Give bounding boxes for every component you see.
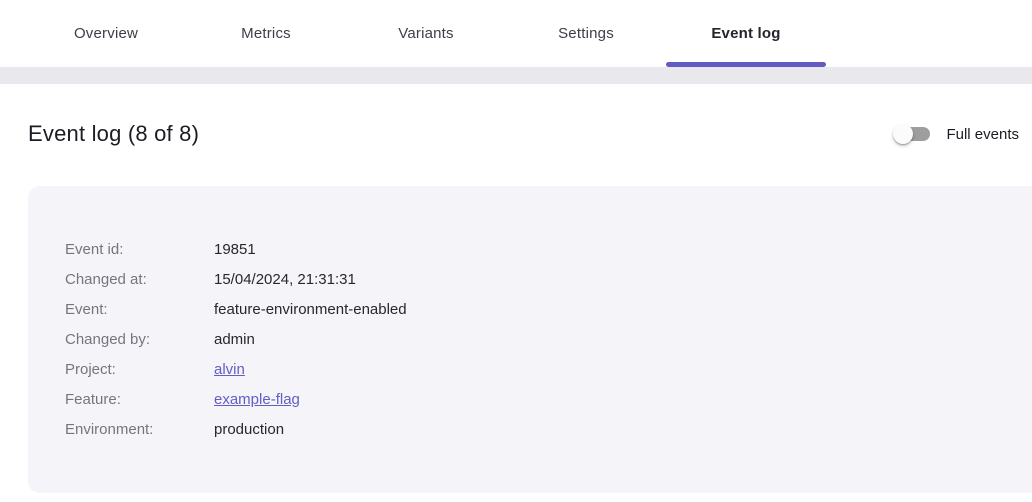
event-log-panel: Event log (8 of 8) Full events Event id:… [0, 84, 1032, 502]
page-title: Event log (8 of 8) [28, 121, 199, 147]
row-value: production [214, 418, 284, 441]
row-label: Event id: [65, 238, 214, 261]
row-label: Environment: [65, 418, 214, 441]
tab-variants[interactable]: Variants [346, 0, 506, 67]
full-events-toggle[interactable] [893, 122, 933, 146]
event-row-changed-at: Changed at: 15/04/2024, 21:31:31 [65, 268, 1011, 291]
row-label: Changed by: [65, 328, 214, 351]
row-label: Event: [65, 298, 214, 321]
row-label: Changed at: [65, 268, 214, 291]
row-value: 19851 [214, 238, 256, 261]
event-row-id: Event id: 19851 [65, 238, 1011, 261]
row-label: Feature: [65, 388, 214, 411]
tab-bar: Overview Metrics Variants Settings Event… [0, 0, 1032, 67]
row-value: admin [214, 328, 255, 351]
row-label: Project: [65, 358, 214, 381]
row-value: 15/04/2024, 21:31:31 [214, 268, 356, 291]
tab-metrics[interactable]: Metrics [186, 0, 346, 67]
event-row-event-type: Event: feature-environment-enabled [65, 298, 1011, 321]
full-events-control: Full events [893, 122, 1019, 146]
full-events-label[interactable]: Full events [946, 126, 1019, 143]
event-card: Event id: 19851 Changed at: 15/04/2024, … [28, 186, 1032, 493]
tab-event-log[interactable]: Event log [666, 0, 826, 67]
event-row-feature: Feature: example-flag [65, 388, 1011, 411]
event-row-changed-by: Changed by: admin [65, 328, 1011, 351]
event-row-environment: Environment: production [65, 418, 1011, 441]
feature-link[interactable]: example-flag [214, 388, 300, 411]
tab-settings[interactable]: Settings [506, 0, 666, 67]
page-background-gap [0, 67, 1032, 84]
event-row-project: Project: alvin [65, 358, 1011, 381]
project-link[interactable]: alvin [214, 358, 245, 381]
tab-overview[interactable]: Overview [26, 0, 186, 67]
panel-header: Event log (8 of 8) Full events [0, 84, 1032, 147]
toggle-thumb-icon [893, 124, 913, 144]
row-value: feature-environment-enabled [214, 298, 407, 321]
